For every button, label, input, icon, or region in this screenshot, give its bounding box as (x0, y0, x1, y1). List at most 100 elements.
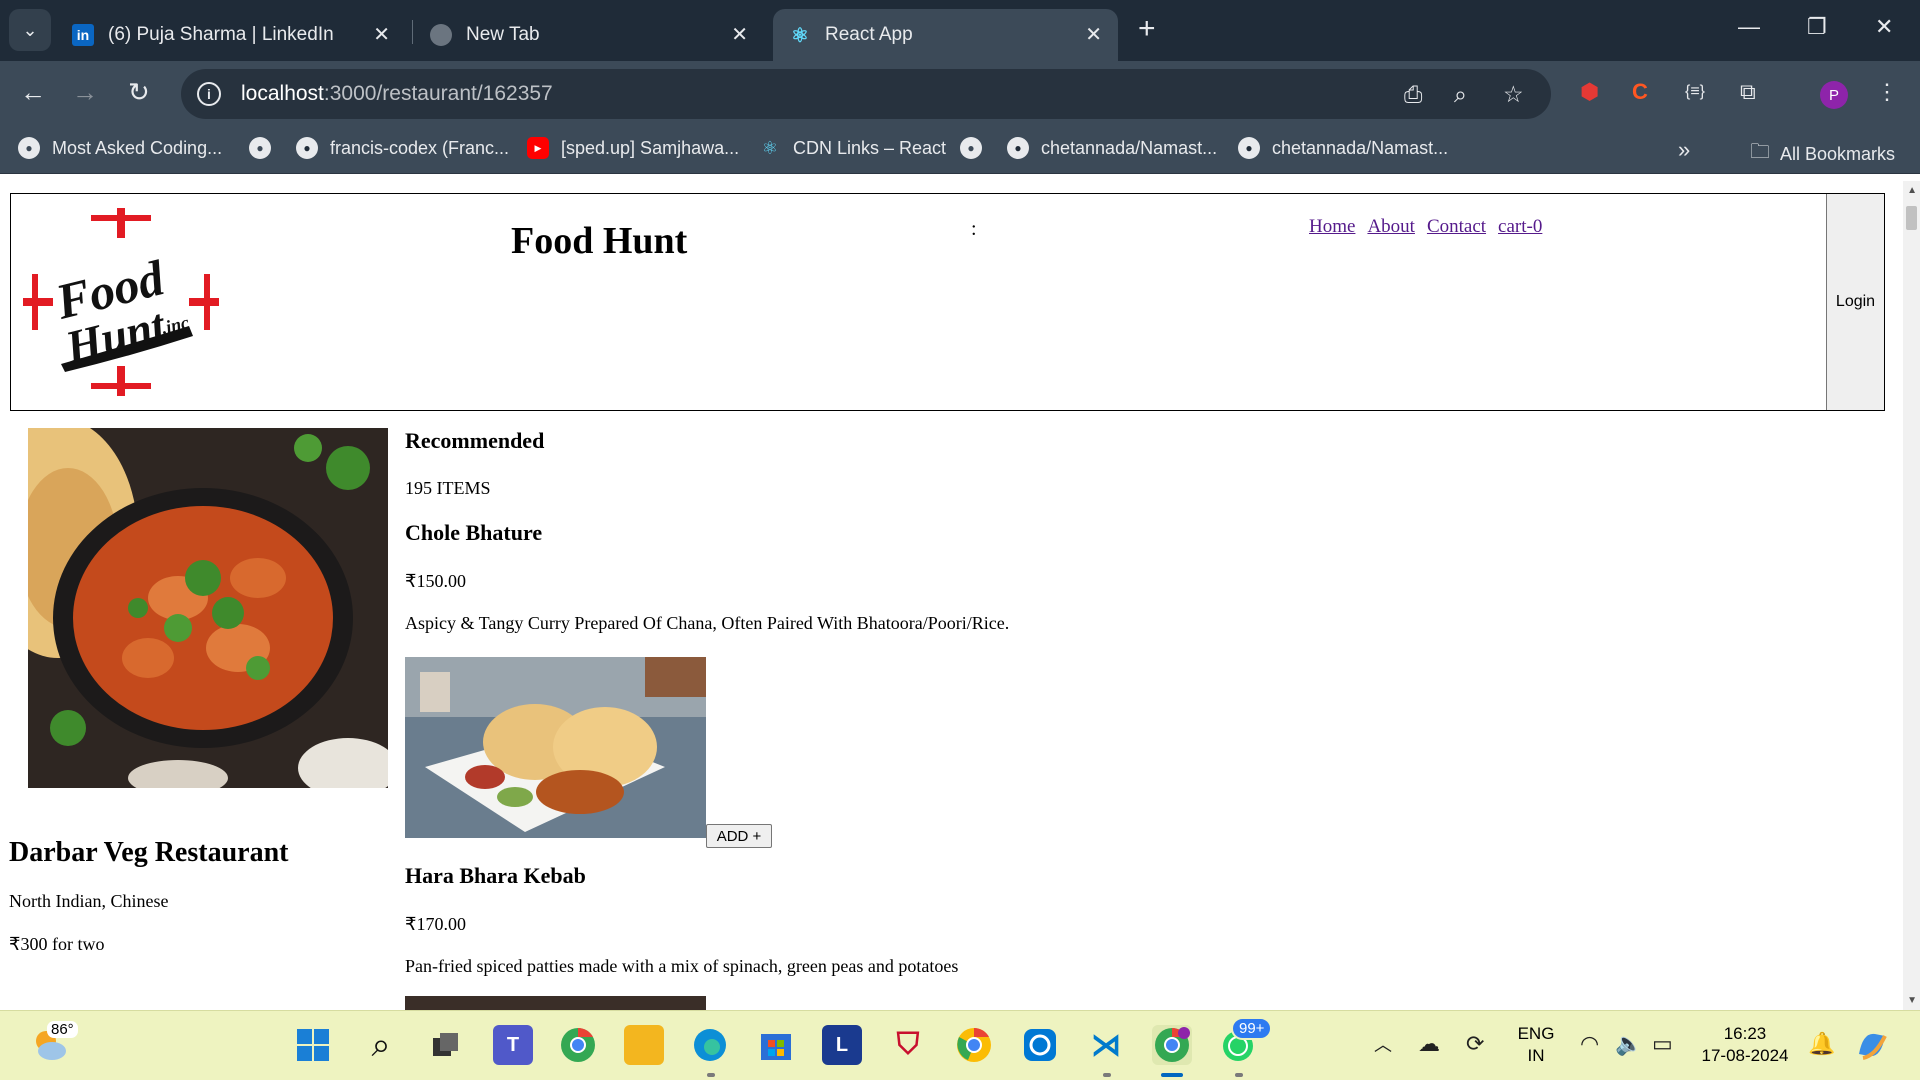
close-icon[interactable]: ✕ (373, 22, 390, 47)
bookmark-item[interactable]: ⚛ CDN Links – React (759, 137, 946, 159)
search-icon[interactable]: ⌕ (361, 1025, 401, 1065)
github-icon: ● (296, 137, 318, 159)
linkedin-icon: in (72, 24, 94, 46)
chrome-icon (430, 24, 452, 46)
json-extension-icon[interactable]: {≡} (1685, 78, 1705, 106)
close-icon[interactable]: ✕ (1085, 22, 1102, 47)
menu-item-description: Pan-fried spiced patties made with a mix… (405, 956, 959, 976)
onedrive-icon[interactable]: ☁ (1418, 1031, 1440, 1057)
battery-icon[interactable]: ▭ (1652, 1031, 1673, 1057)
menu-item-count: 195 ITEMS (405, 478, 491, 498)
adblock-extension-icon[interactable]: ⬢ (1580, 78, 1599, 106)
volume-icon[interactable]: 🔈 (1615, 1031, 1642, 1057)
new-tab-button[interactable]: + (1138, 14, 1156, 44)
notification-badge: 99+ (1231, 1017, 1273, 1040)
bookmark-star-icon[interactable]: ☆ (1503, 81, 1524, 108)
teams-icon[interactable]: T (493, 1025, 533, 1065)
page-viewport: Food Hunt .inc Food Hunt : Home About Co… (0, 181, 1920, 1010)
back-icon[interactable]: ← (20, 77, 46, 107)
profile-avatar[interactable]: P (1820, 81, 1848, 109)
page-scrollbar[interactable]: ▲ ▼ (1903, 181, 1920, 1010)
wifi-icon[interactable]: ◠ (1580, 1031, 1599, 1057)
nav-about-link[interactable]: About (1367, 216, 1415, 238)
file-explorer-icon[interactable] (624, 1025, 664, 1065)
app-l-icon[interactable]: L (822, 1025, 862, 1065)
temperature-label: 86° (47, 1021, 78, 1038)
copilot-icon[interactable] (1852, 1025, 1892, 1065)
mcafee-icon[interactable]: ⛉ (888, 1025, 928, 1065)
close-window-icon[interactable]: ✕ (1875, 14, 1893, 40)
add-to-cart-button[interactable]: ADD + (706, 824, 772, 848)
bookmarks-bar: ● Most Asked Coding... ● ● francis-codex… (0, 127, 1920, 174)
address-bar[interactable]: i localhost:3000/restaurant/162357 ⎙ ⌕ ☆ (181, 69, 1551, 119)
forward-icon[interactable]: → (72, 77, 98, 107)
bookmark-item[interactable]: ● (960, 137, 994, 159)
tab-title: (6) Puja Sharma | LinkedIn (108, 24, 334, 45)
bookmark-item[interactable]: ● Most Asked Coding... (18, 137, 222, 159)
close-icon[interactable]: ✕ (731, 22, 748, 47)
react-icon: ⚛ (761, 137, 779, 158)
minimize-icon[interactable]: — (1738, 14, 1760, 40)
restore-icon[interactable]: ❐ (1807, 14, 1827, 40)
tab-react-app[interactable]: ⚛ React App ✕ (773, 9, 1118, 61)
zoom-icon[interactable]: ⌕ (1454, 81, 1467, 108)
bookmark-item[interactable]: ● (249, 137, 283, 159)
nav-cart-link[interactable]: cart-0 (1498, 216, 1542, 238)
tab-search-button[interactable]: ⌄ (9, 9, 51, 51)
restaurant-cost: ₹300 for two (9, 934, 105, 954)
nav-contact-link[interactable]: Contact (1427, 216, 1486, 238)
menu-item-name: Chole Bhature (405, 520, 543, 545)
all-bookmarks[interactable]: 🗀 All Bookmarks (1750, 137, 1895, 171)
tab-new-tab[interactable]: New Tab ✕ (414, 9, 764, 61)
tab-title: New Tab (466, 24, 540, 45)
edge-icon[interactable] (690, 1025, 730, 1065)
globe-icon: ● (18, 137, 40, 159)
browser-tab-bar: ⌄ in (6) Puja Sharma | LinkedIn ✕ New Ta… (0, 0, 1920, 61)
chevron-up-icon[interactable]: ︿ (1374, 1031, 1392, 1057)
globe-icon: ● (960, 137, 982, 159)
language-indicator[interactable]: ENG IN (1516, 1023, 1556, 1067)
folder-icon: 🗀 (1750, 141, 1770, 163)
more-menu-icon[interactable]: ⋮ (1876, 78, 1898, 106)
notification-bell-icon[interactable]: 🔔 (1808, 1031, 1835, 1057)
reload-icon[interactable]: ↻ (128, 77, 150, 107)
menu-item-name: Hara Bhara Kebab (405, 863, 586, 888)
bookmark-item[interactable]: ● chetannada/Namast... (1238, 137, 1448, 159)
youtube-icon: ▶ (527, 137, 549, 159)
nav-home-link[interactable]: Home (1309, 216, 1355, 238)
microsoft-store-icon[interactable] (756, 1025, 796, 1065)
scroll-up-icon[interactable]: ▲ (1907, 185, 1917, 196)
clock[interactable]: 16:23 17-08-2024 (1700, 1023, 1790, 1067)
chrome-profile-icon[interactable] (558, 1025, 598, 1065)
bookmark-item[interactable]: ▶ [sped.up] Samjhawa... (527, 137, 739, 159)
bookmark-item[interactable]: ● francis-codex (Franc... (296, 137, 509, 159)
running-indicator (1103, 1073, 1111, 1077)
sync-icon[interactable]: ⟳ (1466, 1031, 1484, 1057)
cortana-icon[interactable] (1020, 1025, 1060, 1065)
header-colon: : (971, 218, 977, 240)
url-text[interactable]: localhost:3000/restaurant/162357 (241, 82, 553, 106)
task-view-icon[interactable] (426, 1025, 466, 1065)
vscode-icon[interactable]: ⋊ (1086, 1025, 1126, 1065)
start-icon[interactable] (293, 1025, 333, 1065)
chrome-active-icon[interactable] (1152, 1025, 1192, 1065)
scroll-down-icon[interactable]: ▼ (1907, 995, 1917, 1006)
scrollbar-thumb[interactable] (1906, 206, 1917, 230)
react-icon: ⚛ (791, 24, 809, 47)
tab-title: React App (825, 24, 913, 45)
bookmark-item[interactable]: ● chetannada/Namast... (1007, 137, 1217, 159)
more-bookmarks-icon[interactable]: » (1678, 137, 1690, 163)
tab-separator (412, 20, 413, 44)
github-icon: ● (1007, 137, 1029, 159)
chrome-icon[interactable] (954, 1025, 994, 1065)
extension-c-icon[interactable]: C (1632, 78, 1648, 106)
tab-linkedin[interactable]: in (6) Puja Sharma | LinkedIn ✕ (56, 9, 406, 61)
menu-item-price: ₹170.00 (405, 914, 466, 934)
running-indicator (707, 1073, 715, 1077)
running-indicator (1161, 1073, 1183, 1077)
extensions-puzzle-icon[interactable]: ⧉ (1740, 78, 1756, 106)
site-info-icon[interactable]: i (197, 82, 221, 106)
menu-item-image (405, 996, 706, 1010)
login-button[interactable]: Login (1826, 194, 1884, 410)
install-app-icon[interactable]: ⎙ (1404, 81, 1422, 108)
